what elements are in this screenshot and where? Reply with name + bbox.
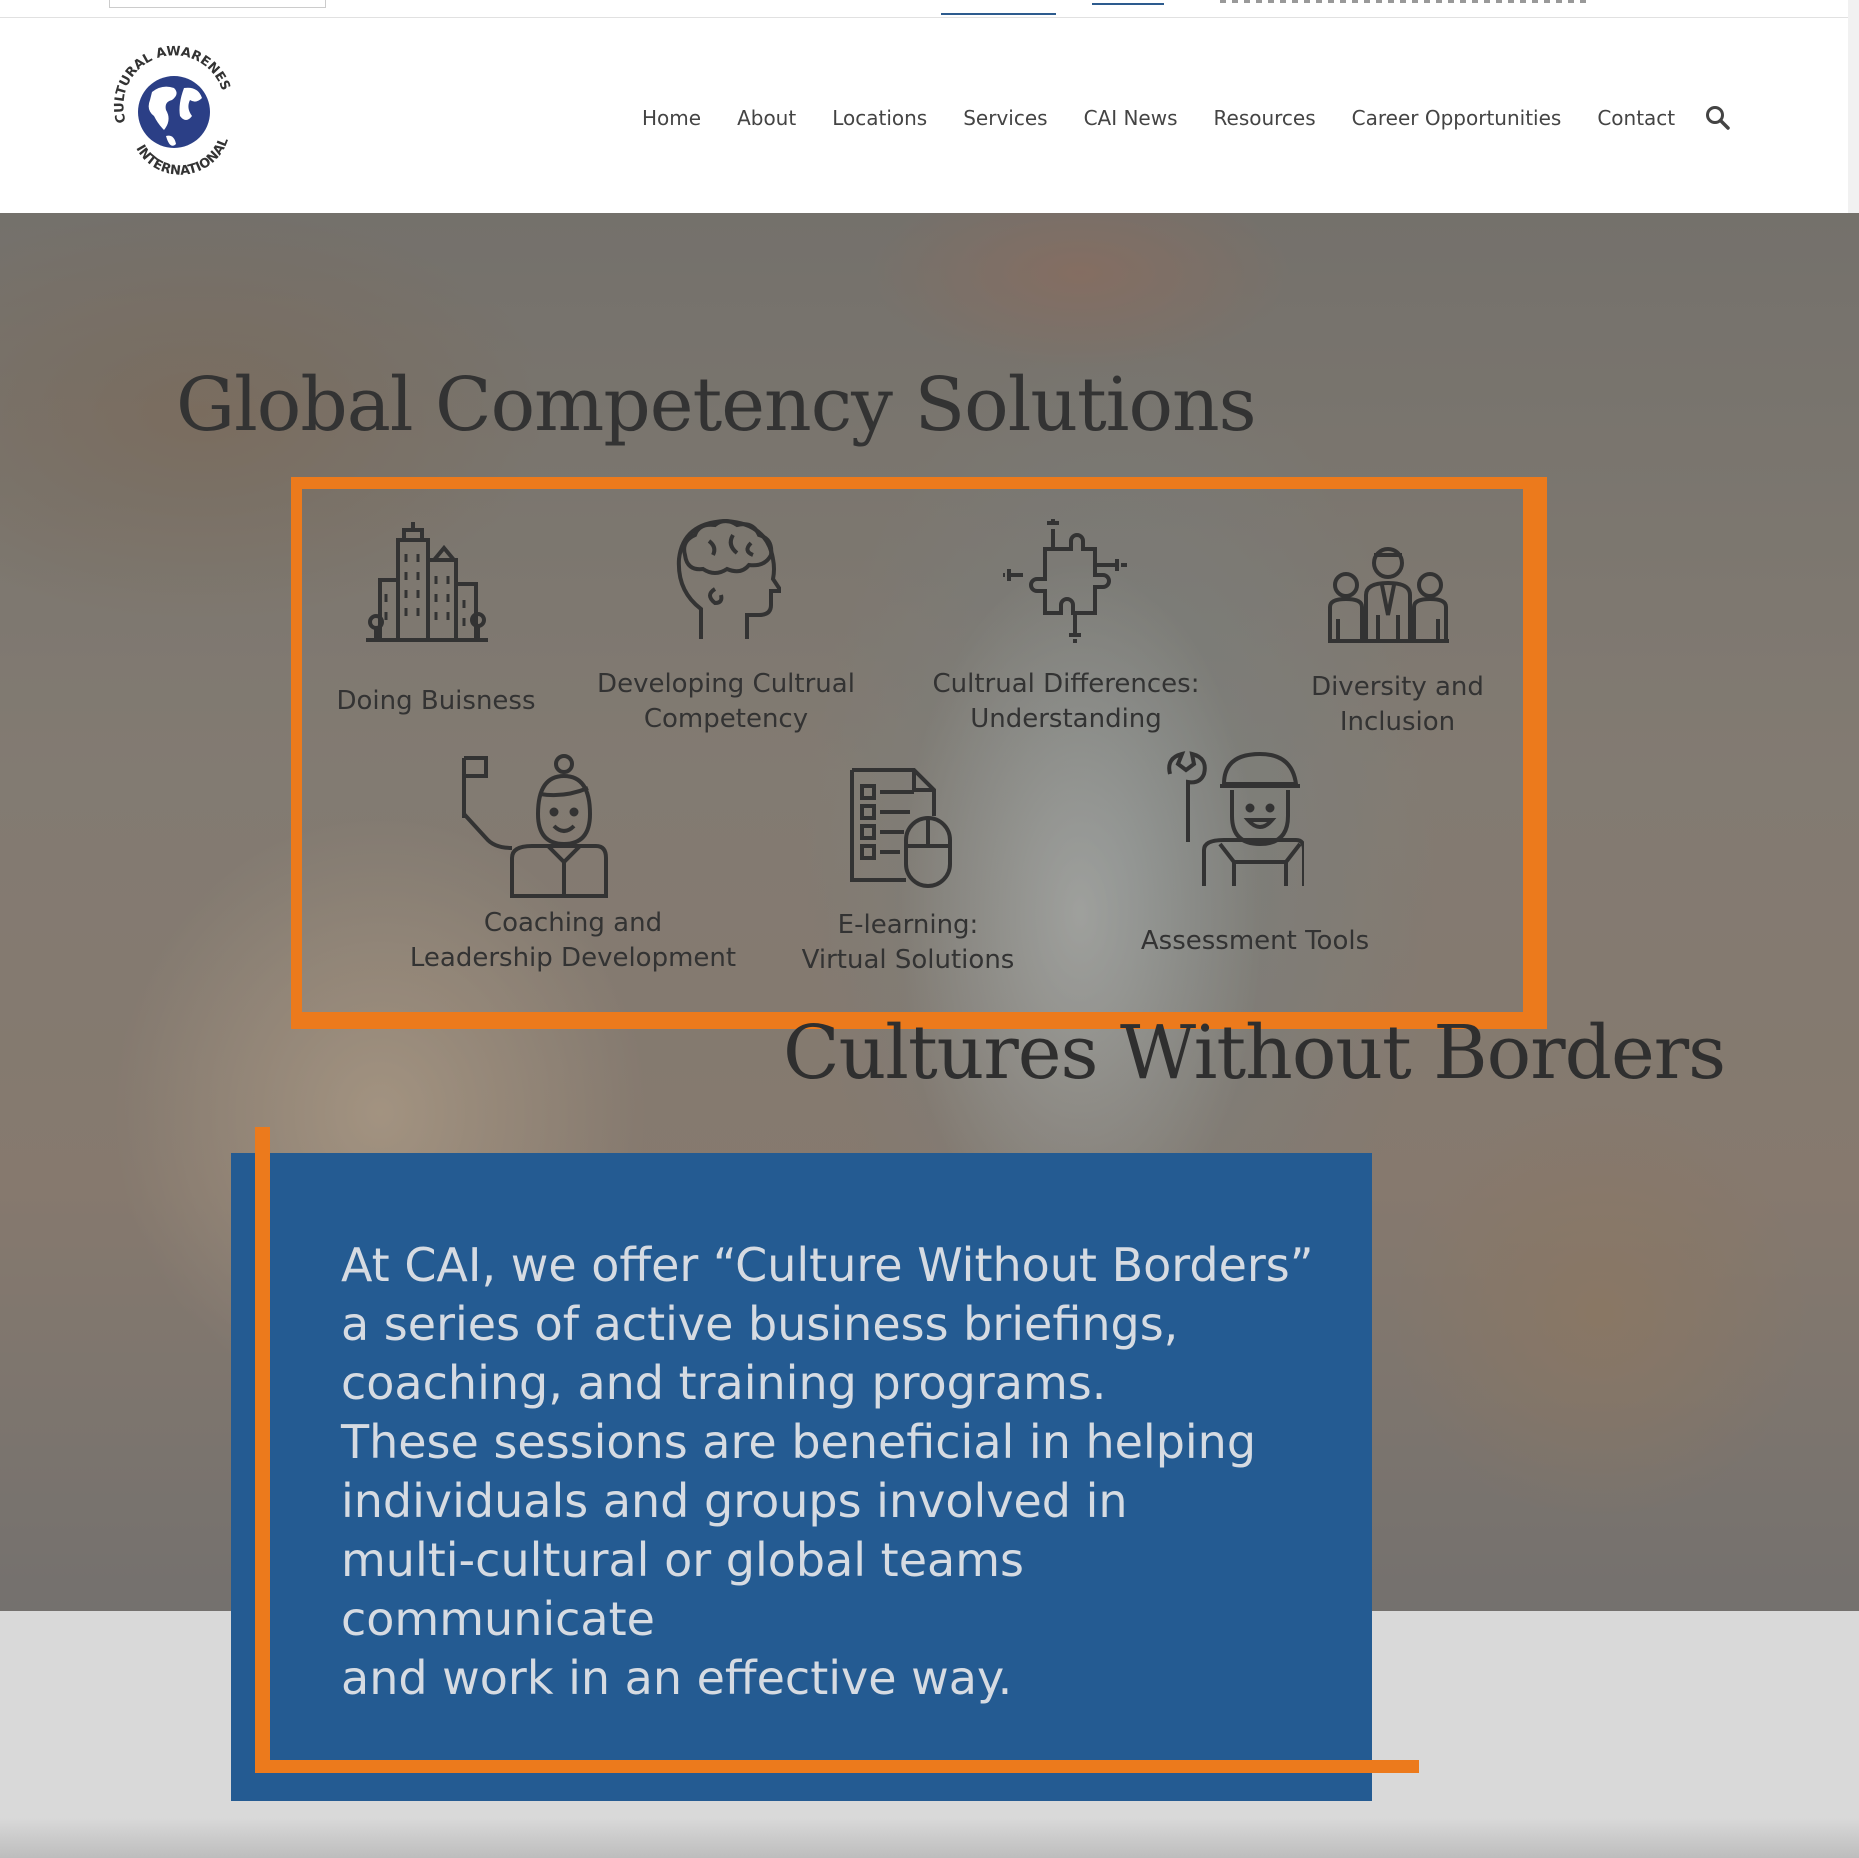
puzzle-pieces-icon — [1003, 519, 1127, 643]
service-assessment-tools[interactable]: Assessment Tools — [1118, 924, 1392, 959]
nav-home[interactable]: Home — [642, 106, 701, 130]
service-diversity-inclusion[interactable]: Diversity and Inclusion — [1260, 670, 1535, 740]
main-nav: Home About Locations Services CAI News R… — [642, 94, 1731, 142]
service-label: Diversity and Inclusion — [1311, 672, 1484, 737]
city-buildings-icon — [366, 522, 488, 642]
head-brain-icon — [676, 519, 781, 639]
nav-resources[interactable]: Resources — [1214, 106, 1316, 130]
section-subtitle: Cultures Without Borders — [783, 1010, 1726, 1096]
page-title: Global Competency Solutions — [176, 362, 1257, 448]
utility-link-underline[interactable] — [941, 13, 1056, 15]
nav-contact[interactable]: Contact — [1597, 106, 1675, 130]
nav-about[interactable]: About — [737, 106, 796, 130]
intro-paragraph: At CAI, we offer “Culture Without Border… — [341, 1238, 1314, 1705]
scrollbar[interactable] — [1848, 0, 1859, 213]
top-utility-bar — [0, 0, 1848, 18]
service-label: Coaching and Leadership Development — [409, 908, 737, 973]
footer-photo-strip — [0, 1818, 1859, 1858]
leader-flag-icon — [462, 754, 608, 898]
site-header: CULTURAL AWARENESS INTERNATIONAL Home Ab… — [0, 18, 1848, 213]
nav-services[interactable]: Services — [963, 106, 1047, 130]
service-label: Assessment Tools — [1140, 926, 1370, 956]
worker-wrench-icon — [1167, 751, 1304, 886]
service-cultural-competency[interactable]: Developing Cultrual Competency — [566, 667, 886, 737]
orange-accent-vertical — [255, 1127, 270, 1773]
service-cultural-differences[interactable]: Cultrual Differences: Understanding — [906, 667, 1226, 737]
service-doing-business[interactable]: Doing Buisness — [316, 684, 556, 719]
service-coaching-leadership[interactable]: Coaching and Leadership Development — [388, 906, 758, 976]
nav-career-opportunities[interactable]: Career Opportunities — [1352, 106, 1562, 130]
document-mouse-icon — [850, 768, 952, 888]
utility-link-underline[interactable] — [1092, 3, 1164, 5]
service-e-learning[interactable]: E-learning: Virtual Solutions — [768, 908, 1048, 978]
utility-contact-info — [1220, 0, 1590, 3]
cai-logo[interactable]: CULTURAL AWARENESS INTERNATIONAL — [104, 40, 244, 180]
nav-cai-news[interactable]: CAI News — [1084, 106, 1178, 130]
group-people-icon — [1328, 547, 1449, 643]
nav-locations[interactable]: Locations — [832, 106, 927, 130]
service-label: E-learning: Virtual Solutions — [801, 910, 1015, 975]
service-label: Developing Cultrual Competency — [597, 669, 855, 734]
orange-accent-horizontal — [255, 1760, 1419, 1773]
service-label: Cultrual Differences: Understanding — [932, 669, 1200, 734]
language-selector[interactable] — [109, 0, 326, 8]
search-icon[interactable] — [1705, 105, 1731, 131]
service-label: Doing Buisness — [336, 686, 536, 716]
